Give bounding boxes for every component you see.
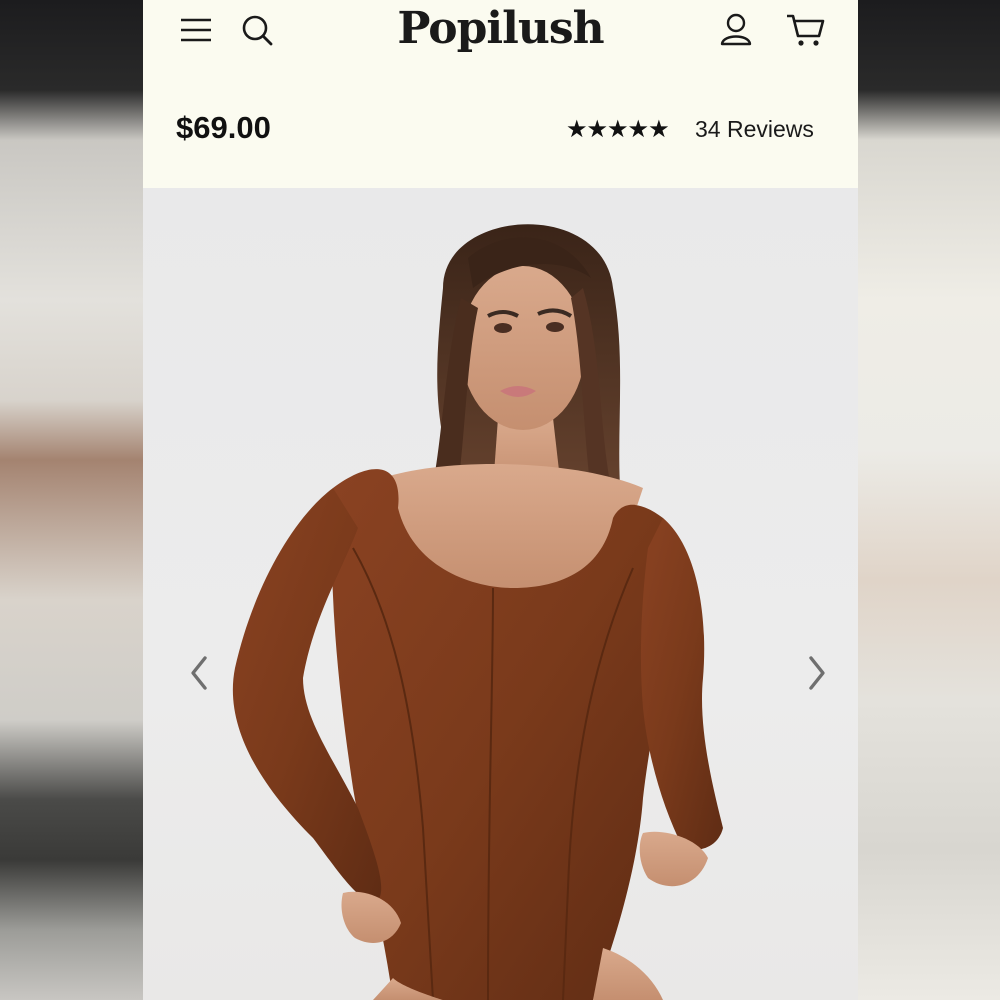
chevron-right-icon[interactable] — [801, 653, 831, 693]
account-icon[interactable] — [719, 12, 753, 46]
blurred-backdrop-left — [0, 0, 143, 1000]
rating-stars-filled: ★★★★★ — [566, 117, 669, 142]
product-image-gallery[interactable] — [143, 188, 858, 1000]
product-rating[interactable]: ★★★★★ ★★★★★ 34 Reviews — [566, 116, 814, 143]
header: Popilush $69.00 ★★★★★ ★★★★★ 34 Reviews — [143, 0, 858, 188]
cart-icon[interactable] — [786, 12, 826, 48]
blurred-backdrop-right — [858, 0, 1000, 1000]
reviews-link[interactable]: 34 Reviews — [695, 116, 814, 143]
product-photo — [232, 224, 723, 1000]
rating-stars: ★★★★★ ★★★★★ — [566, 117, 680, 142]
product-page: Popilush $69.00 ★★★★★ ★★★★★ 34 Reviews — [143, 0, 858, 1000]
chevron-left-icon[interactable] — [185, 653, 215, 693]
product-price: $69.00 — [176, 110, 271, 145]
